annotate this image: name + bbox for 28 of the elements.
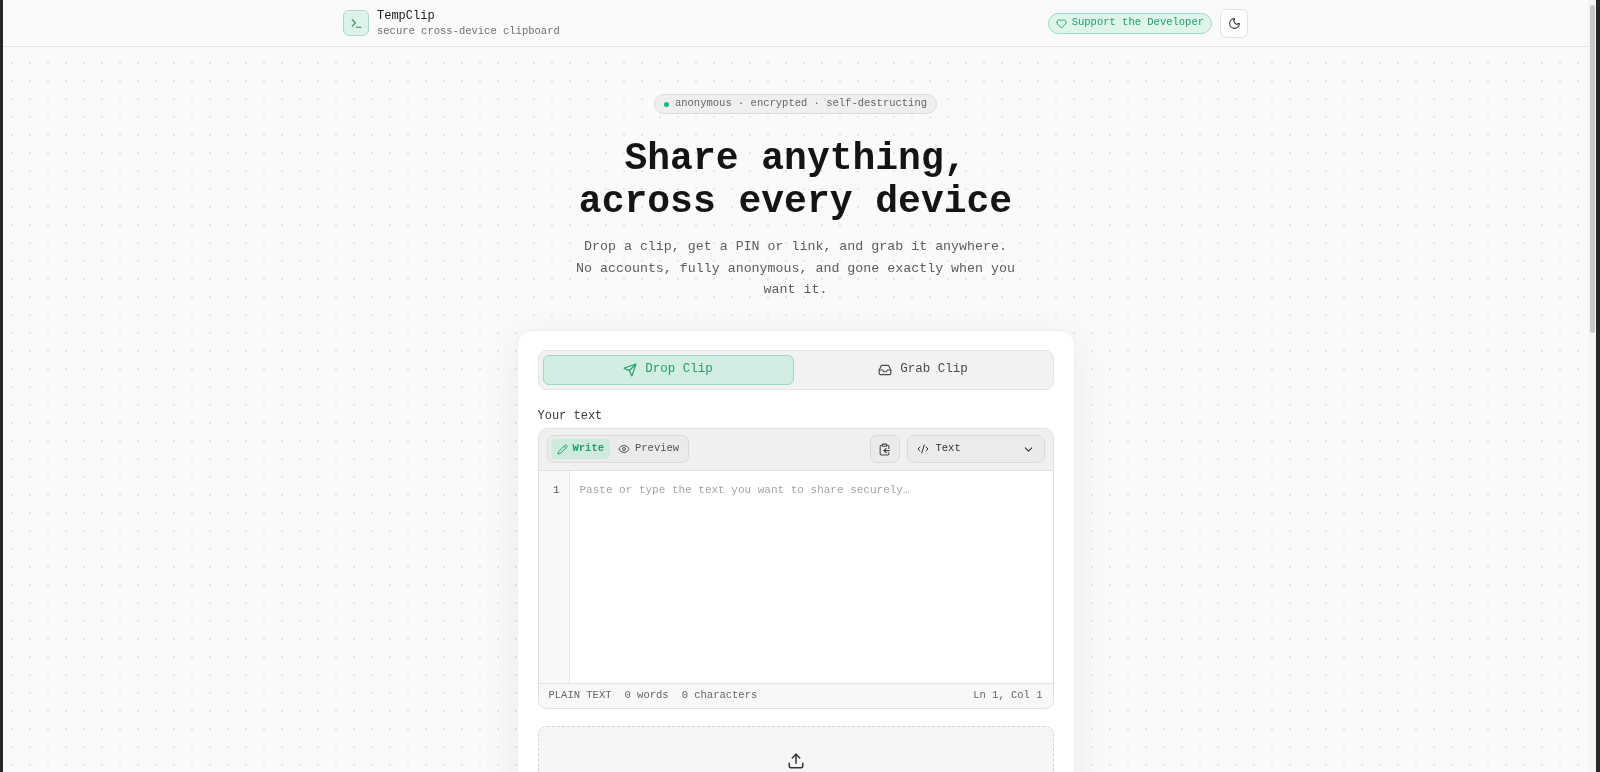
app-title: TempClip [377, 8, 436, 24]
eye-icon [618, 443, 630, 455]
code-icon [916, 443, 929, 455]
inbox-icon [878, 362, 893, 377]
mode-tab[interactable]: Grab Clip [797, 354, 1049, 385]
format-select[interactable]: Text [906, 435, 1045, 463]
upload-icon [786, 751, 805, 770]
tagline-text: anonymous · encrypted · self-destructing [674, 96, 927, 112]
clipboard-icon [878, 442, 891, 456]
app-subtitle: secure cross-device clipboard [377, 23, 560, 38]
line-number: 1 [552, 482, 560, 497]
heart-icon [1055, 17, 1067, 29]
cursor-position: Ln 1, Col 1 [973, 687, 1043, 703]
scrollbar-thumb[interactable] [1589, 5, 1595, 333]
hero-heading: Share anything, across every device [577, 137, 1014, 223]
word-count: 0 words [624, 687, 669, 703]
paste-button[interactable] [869, 435, 900, 463]
hero-description: Drop a clip, get a PIN or link, and grab it anywhere. No accounts, fully anonymous, and gone exactly when you want it. [575, 238, 1016, 299]
pencil-icon [556, 443, 568, 455]
moon-icon [1227, 16, 1241, 30]
view-tab[interactable]: Preview [612, 439, 686, 459]
field-label: Your text [537, 408, 604, 423]
character-count: 0 characters [681, 687, 758, 703]
text-editor[interactable]: Write Preview Text 1 Paste or type the text you want to share securely… PLAIN TEXT 0 words 0 characters Ln 1, Col 1 [537, 427, 1054, 709]
paper-plane-icon [623, 362, 638, 377]
theme-toggle-button[interactable] [1220, 8, 1248, 38]
terminal-logo-icon [343, 10, 369, 36]
mode-status: PLAIN TEXT [548, 687, 612, 703]
